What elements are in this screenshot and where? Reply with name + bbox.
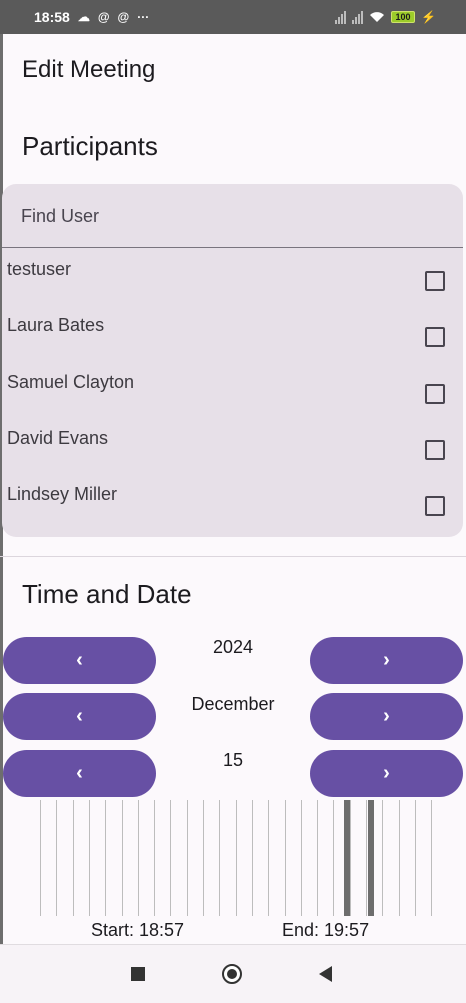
home-icon[interactable] [222, 964, 242, 984]
at-sign-icon: @ [97, 10, 110, 24]
user-name: testuser [7, 259, 72, 279]
timeline-tick [122, 800, 123, 916]
at-sign-icon: @ [117, 10, 130, 24]
user-name: Laura Bates [7, 315, 105, 335]
timeline-tick [203, 800, 204, 916]
chevron-left-icon: ‹ [76, 762, 83, 784]
timeline-tick [399, 800, 400, 916]
user-checkbox[interactable] [425, 327, 445, 347]
time-range-slider[interactable] [32, 800, 434, 916]
timeline-tick [301, 800, 302, 916]
user-checkbox[interactable] [425, 496, 445, 516]
user-name: David Evans [7, 428, 109, 448]
timeline-tick [382, 800, 383, 916]
next-year-button[interactable]: › [310, 637, 463, 684]
start-time-label: Start: 18:57 [91, 920, 185, 940]
status-bar: 18:58 ☁ @ @ ··· 100 ⚡ [0, 0, 466, 34]
user-checkbox[interactable] [425, 384, 445, 404]
status-time: 18:58 [34, 9, 70, 25]
timeline-tick [431, 800, 432, 916]
prev-month-button[interactable]: ‹ [3, 693, 156, 740]
signal-icon [352, 10, 364, 24]
chevron-right-icon: › [383, 762, 390, 784]
user-row[interactable]: David Evans [2, 428, 463, 476]
timeline-tick [219, 800, 220, 916]
timeline-tick [333, 800, 334, 916]
user-row[interactable]: Laura Bates [2, 315, 463, 363]
timeline-tick [89, 800, 90, 916]
timeline-tick [138, 800, 139, 916]
prev-day-button[interactable]: ‹ [3, 750, 156, 797]
next-day-button[interactable]: › [310, 750, 463, 797]
battery-icon: 100 [391, 11, 416, 23]
timeline-tick [236, 800, 237, 916]
user-row[interactable]: testuser [2, 259, 463, 307]
chevron-left-icon: ‹ [76, 649, 83, 671]
timeline-tick [105, 800, 106, 916]
wifi-icon [369, 11, 385, 23]
user-row[interactable]: Samuel Clayton [2, 372, 463, 420]
timeline-tick [268, 800, 269, 916]
timeline-tick [40, 800, 41, 916]
start-handle[interactable] [344, 800, 350, 916]
time-date-heading: Time and Date [22, 579, 192, 609]
charging-icon: ⚡ [421, 10, 436, 24]
timeline-tick [317, 800, 318, 916]
year-value: 2024 [212, 637, 254, 657]
user-name: Samuel Clayton [7, 372, 135, 392]
chevron-left-icon: ‹ [76, 705, 83, 727]
next-month-button[interactable]: › [310, 693, 463, 740]
back-icon[interactable] [319, 966, 332, 982]
end-handle[interactable] [368, 800, 374, 916]
prev-year-button[interactable]: ‹ [3, 637, 156, 684]
timeline-tick [252, 800, 253, 916]
system-nav-bar [0, 944, 466, 1003]
month-value: December [191, 694, 275, 714]
timeline-tick [366, 800, 367, 916]
user-checkbox[interactable] [425, 271, 445, 291]
status-left: 18:58 ☁ @ @ ··· [34, 0, 149, 34]
find-user-input[interactable]: Find User [21, 206, 99, 227]
recents-icon[interactable] [131, 967, 145, 981]
find-user-underline [2, 247, 463, 248]
participants-heading: Participants [22, 131, 158, 161]
timeline-tick [154, 800, 155, 916]
status-right: 100 ⚡ [335, 0, 436, 34]
timeline-tick [73, 800, 74, 916]
timeline-tick [187, 800, 188, 916]
timeline-tick [350, 800, 351, 916]
chevron-right-icon: › [383, 649, 390, 671]
cloud-icon: ☁ [77, 10, 90, 24]
user-checkbox[interactable] [425, 440, 445, 460]
timeline-tick [415, 800, 416, 916]
end-time-label: End: 19:57 [282, 920, 370, 940]
chevron-right-icon: › [383, 705, 390, 727]
timeline-tick [170, 800, 171, 916]
timeline-tick [56, 800, 57, 916]
day-value: 15 [222, 750, 244, 770]
more-icon: ··· [137, 10, 150, 24]
participants-panel: Find User testuser Laura Bates Samuel Cl… [2, 184, 463, 537]
user-row[interactable]: Lindsey Miller [2, 484, 463, 532]
timeline-tick [285, 800, 286, 916]
page-title: Edit Meeting [22, 56, 156, 83]
section-divider [0, 556, 466, 557]
signal-icon [335, 10, 347, 24]
user-name: Lindsey Miller [7, 484, 118, 504]
